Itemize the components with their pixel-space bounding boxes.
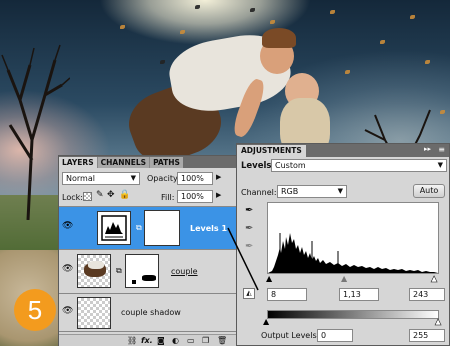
step-badge: 5	[14, 289, 56, 331]
annotation-line	[227, 227, 259, 291]
step-number: 5	[27, 294, 43, 325]
